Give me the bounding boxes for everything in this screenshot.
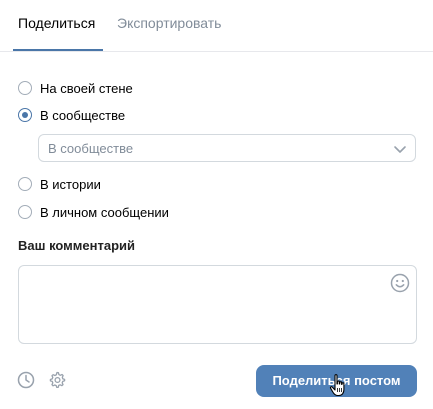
tab-bar: Поделиться Экспортировать (0, 0, 433, 52)
radio-label: На своей стене (40, 80, 133, 96)
radio-option-story[interactable]: В истории (18, 174, 101, 194)
community-select-value: В сообществе (48, 141, 134, 156)
tab-share[interactable]: Поделиться (18, 0, 95, 50)
emoji-icon[interactable] (390, 273, 410, 293)
hand-pointer-cursor-icon (329, 374, 345, 397)
radio-label: В истории (40, 176, 101, 192)
radio-option-own-wall[interactable]: На своей стене (18, 78, 133, 98)
tab-export[interactable]: Экспортировать (117, 0, 221, 50)
radio-label: В личном сообщении (40, 204, 169, 220)
radio-button-checked[interactable] (18, 108, 32, 122)
radio-option-private-message[interactable]: В личном сообщении (18, 202, 169, 222)
radio-label: В сообществе (40, 107, 126, 123)
radio-button[interactable] (18, 177, 32, 191)
community-select[interactable]: В сообществе (38, 134, 416, 162)
gear-icon[interactable] (48, 371, 66, 389)
active-tab-indicator (13, 49, 103, 51)
comment-label: Ваш комментарий (18, 238, 136, 253)
clock-icon[interactable] (17, 371, 35, 389)
radio-button[interactable] (18, 81, 32, 95)
chevron-down-icon (394, 146, 406, 153)
radio-button[interactable] (18, 205, 32, 219)
comment-input[interactable] (18, 265, 417, 344)
radio-option-community[interactable]: В сообществе (18, 105, 125, 125)
